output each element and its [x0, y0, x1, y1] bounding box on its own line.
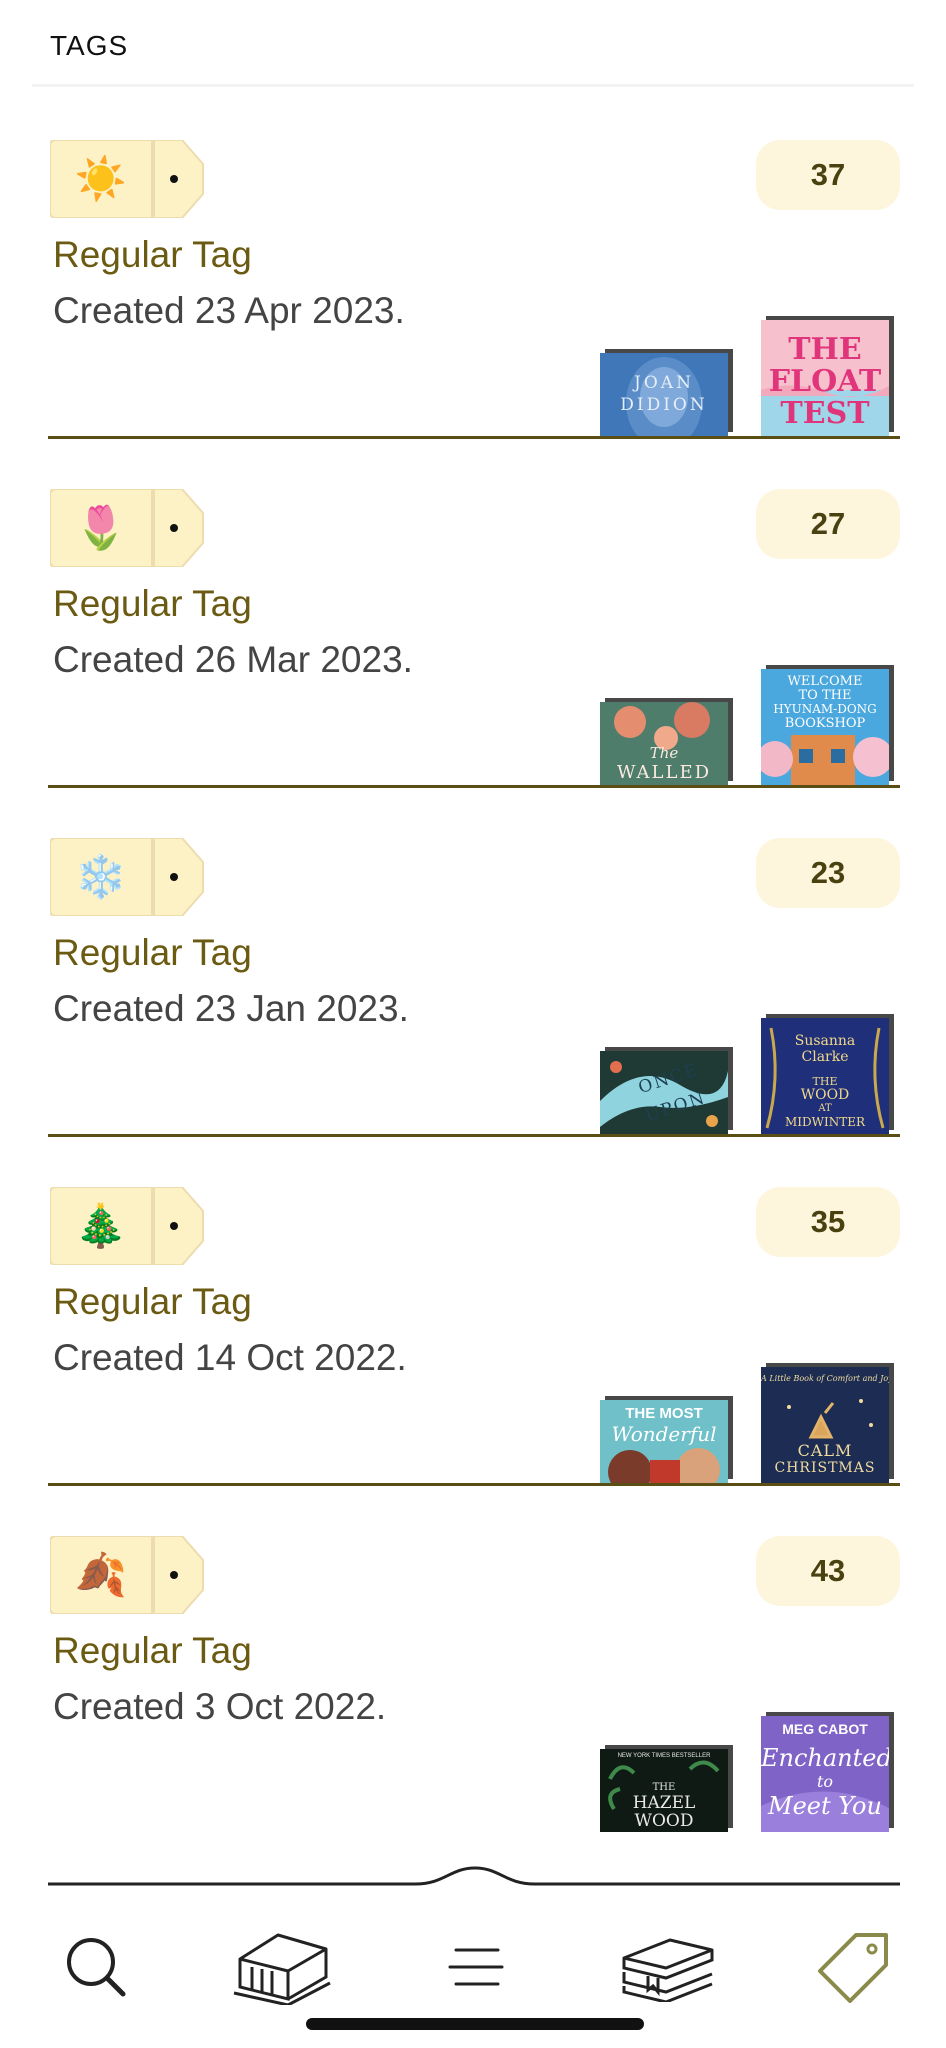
- tag-chip[interactable]: 🎄: [50, 1187, 205, 1265]
- tag-chip[interactable]: ☀️: [50, 140, 205, 218]
- tag-chip[interactable]: 🌷: [50, 489, 205, 567]
- book-cover[interactable]: MEG CABOT Enchanted to Meet You: [761, 1716, 889, 1832]
- book-cover[interactable]: WELCOME TO THE HYUNAM-DONG BOOKSHOP: [761, 669, 889, 785]
- tag-created-date: Created 26 Mar 2023.: [53, 639, 413, 680]
- tag-list: ☀️ 37 Regular Tag Created 23 Apr 2023. J…: [0, 0, 946, 1890]
- book-cover[interactable]: NEW YORK TIMES BESTSELLER THE HAZEL WOOD: [600, 1749, 728, 1832]
- tab-bar-divider: [48, 1866, 900, 1886]
- shelf-line: [48, 1134, 900, 1137]
- book-cover[interactable]: Susanna Clarke THE WOOD AT MIDWINTER: [761, 1018, 889, 1134]
- book-cover[interactable]: The WALLED: [600, 702, 728, 785]
- bookshelf-icon: [233, 1933, 331, 2005]
- count-badge: 23: [756, 838, 900, 908]
- tab-books[interactable]: [608, 1922, 728, 2012]
- count-badge: 37: [756, 140, 900, 210]
- tag-type-label: Regular Tag: [53, 583, 252, 624]
- tag-type-label: Regular Tag: [53, 234, 252, 275]
- tab-search[interactable]: [36, 1922, 156, 2012]
- tab-menu[interactable]: [416, 1922, 536, 2012]
- count-badge: 35: [756, 1187, 900, 1257]
- tag-created-date: Created 3 Oct 2022.: [53, 1686, 387, 1727]
- tag-type-label: Regular Tag: [53, 1281, 252, 1322]
- book-cover[interactable]: THE MOST Wonderful: [600, 1400, 728, 1483]
- count-badge: 43: [756, 1536, 900, 1606]
- book-cover[interactable]: JOAN DIDION: [600, 353, 728, 436]
- tag-card[interactable]: 🍂 43 Regular Tag Created 3 Oct 2022. NEW…: [0, 1536, 946, 1896]
- book-cover[interactable]: ONCE UPON: [600, 1051, 728, 1134]
- tag-type-label: Regular Tag: [53, 1630, 252, 1671]
- search-icon: [67, 1938, 126, 1997]
- book-cover[interactable]: THE FLOAT TEST: [761, 320, 889, 436]
- tag-created-date: Created 14 Oct 2022.: [53, 1337, 407, 1378]
- tag-created-date: Created 23 Jan 2023.: [53, 988, 409, 1029]
- shelf-line: [48, 436, 900, 439]
- tag-chip[interactable]: ❄️: [50, 838, 205, 916]
- shelf-line: [48, 785, 900, 788]
- tag-card[interactable]: ❄️ 23 Regular Tag Created 23 Jan 2023. O…: [0, 838, 946, 1198]
- tag-card[interactable]: 🎄 35 Regular Tag Created 14 Oct 2022. TH…: [0, 1187, 946, 1547]
- tab-tags[interactable]: [792, 1922, 912, 2012]
- tag-icon: [818, 1933, 888, 2003]
- tag-card[interactable]: ☀️ 37 Regular Tag Created 23 Apr 2023. J…: [0, 140, 946, 500]
- tag-chip[interactable]: 🍂: [50, 1536, 205, 1614]
- tag-emoji: ❄️: [74, 853, 128, 900]
- tag-emoji: ☀️: [74, 155, 128, 202]
- tag-emoji: 🌷: [74, 504, 128, 551]
- tag-emoji: 🍂: [74, 1551, 128, 1598]
- tag-created-date: Created 23 Apr 2023.: [53, 290, 405, 331]
- count-badge: 27: [756, 489, 900, 559]
- menu-icon: [448, 1948, 504, 1986]
- home-indicator: [306, 2018, 644, 2030]
- tag-emoji: 🎄: [74, 1202, 128, 1249]
- books-stack-icon: [622, 1938, 714, 2002]
- tag-type-label: Regular Tag: [53, 932, 252, 973]
- book-cover[interactable]: A Little Book of Comfort and Joy CALM CH…: [761, 1367, 889, 1483]
- shelf-line: [48, 1483, 900, 1486]
- tag-card[interactable]: 🌷 27 Regular Tag Created 26 Mar 2023. Th…: [0, 489, 946, 849]
- tab-bookshelf[interactable]: [222, 1922, 342, 2012]
